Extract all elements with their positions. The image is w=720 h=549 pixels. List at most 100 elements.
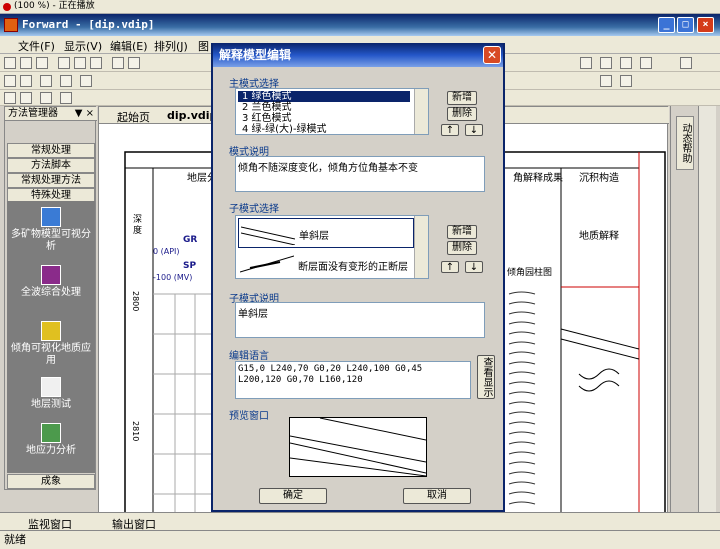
order-icon[interactable]: [60, 92, 72, 104]
menu-more[interactable]: 图: [198, 38, 209, 54]
cut-icon[interactable]: [58, 57, 70, 69]
code-label: 编辑语言: [229, 351, 269, 362]
tool-dip-visual[interactable]: 倾角可视化地质应用: [7, 321, 95, 367]
vertical-scrollbar[interactable]: [698, 106, 716, 516]
window-title: Forward - [dip.vdip]: [22, 18, 155, 31]
player-bar: (100 %) - 正在播放: [0, 0, 720, 14]
sp-range: -100 (MV): [153, 273, 193, 282]
zoom-icon[interactable]: [40, 75, 52, 87]
tool-list: 多矿物模型可视分析 全波综合处理 倾角可视化地质应用 地层测试 地应力分析: [7, 201, 95, 473]
col-dip-result: 角解释成果: [513, 173, 563, 184]
tab-dip-file[interactable]: dip.vdip: [167, 109, 217, 122]
group-icon[interactable]: [40, 92, 52, 104]
tool-icon-d[interactable]: [640, 57, 652, 69]
align-icon[interactable]: [4, 92, 16, 104]
interpretation-model-dialog: 解释模型编辑 ✕ 主模式选择 1 绿色模式 2 兰色模式 3 红色模式 4 绿-…: [211, 43, 505, 512]
sub-desc-field[interactable]: 单斜层: [235, 302, 485, 338]
tool-icon-c[interactable]: [620, 57, 632, 69]
panel-pin-close[interactable]: ▼ ×: [75, 107, 94, 121]
menu-edit[interactable]: 编辑(E): [110, 38, 148, 54]
gr-label: GR: [183, 235, 198, 245]
tool-multi-mineral[interactable]: 多矿物模型可视分析: [7, 207, 95, 253]
view-display-button[interactable]: 查看显示: [477, 355, 495, 399]
font-icon[interactable]: [600, 75, 612, 87]
record-icon: [3, 3, 11, 11]
sub-up-button[interactable]: ↑: [441, 261, 459, 273]
preview-drawing: [289, 417, 427, 477]
dialog-title: 解释模型编辑: [213, 43, 503, 67]
sub-down-button[interactable]: ↓: [465, 261, 483, 273]
geo-interp-label: 地质解释: [579, 231, 619, 242]
main-delete-button[interactable]: 删除: [447, 107, 477, 121]
main-mode-item[interactable]: 3 红色模式: [238, 113, 410, 124]
undo-icon[interactable]: [112, 57, 124, 69]
main-up-button[interactable]: ↑: [441, 124, 459, 136]
mode-desc-field[interactable]: 倾角不随深度变化，倾角方位角基本不变: [235, 156, 485, 192]
wave-icon: [41, 265, 61, 285]
code-editor[interactable]: G15,0 L240,70 G0,20 L240,100 G0,45 L200,…: [235, 361, 471, 399]
dynamic-help-tab[interactable]: 动态帮助: [676, 116, 694, 170]
method-manager-panel: 方法管理器 ▼ × 常规处理 方法脚本 常规处理方法 特殊处理 多矿物模型可视分…: [4, 106, 97, 490]
sub-delete-button[interactable]: 删除: [447, 241, 477, 255]
main-mode-item[interactable]: 2 兰色模式: [238, 102, 410, 113]
tool-icon-e[interactable]: [680, 57, 692, 69]
category-script[interactable]: 方法脚本: [7, 158, 95, 173]
new-icon[interactable]: [4, 57, 16, 69]
tool-icon-a[interactable]: [580, 57, 592, 69]
test-icon: [41, 377, 61, 397]
category-regular[interactable]: 常规处理: [7, 143, 95, 158]
line-icon[interactable]: [60, 75, 72, 87]
copy-icon[interactable]: [74, 57, 86, 69]
sub-new-button[interactable]: 新增: [447, 225, 477, 239]
menu-view[interactable]: 显示(V): [64, 38, 102, 54]
redo-icon[interactable]: [128, 57, 140, 69]
main-mode-list[interactable]: 1 绿色模式 2 兰色模式 3 红色模式 4 绿-绿(大)-绿模式: [235, 88, 429, 135]
maximize-button[interactable]: □: [677, 17, 694, 33]
main-mode-scrollbar[interactable]: [414, 89, 428, 134]
sub-mode-list[interactable]: 单斜层 断层面没有变形的正断层: [235, 215, 429, 279]
sub-mode-scrollbar[interactable]: [414, 216, 428, 278]
depth-tick-2800: 2800: [131, 291, 140, 312]
close-button[interactable]: ×: [697, 17, 714, 33]
col-sed-structure: 沉积构造: [579, 173, 619, 184]
save-icon[interactable]: [36, 57, 48, 69]
sp-label: SP: [183, 261, 197, 271]
open-icon[interactable]: [20, 57, 32, 69]
distribute-icon[interactable]: [20, 92, 32, 104]
menu-arrange[interactable]: 排列(J): [154, 38, 188, 54]
sub-mode-label: 子模式选择: [229, 204, 279, 215]
category-imaging[interactable]: 成象: [7, 474, 95, 489]
paste-icon[interactable]: [90, 57, 102, 69]
cancel-button[interactable]: 取消: [403, 488, 471, 504]
sub-mode-item[interactable]: 断层面没有变形的正断层: [238, 250, 414, 278]
sed-structure: [560, 328, 640, 392]
tool-formation-test[interactable]: 地层测试: [7, 377, 95, 411]
tool-stress[interactable]: 地应力分析: [7, 423, 95, 457]
dialog-close-button[interactable]: ✕: [483, 46, 501, 64]
ok-button[interactable]: 确定: [259, 488, 327, 504]
core-image: [508, 291, 536, 505]
main-mode-item[interactable]: 1 绿色模式: [238, 91, 410, 102]
rect-icon[interactable]: [80, 75, 92, 87]
stress-icon: [41, 423, 61, 443]
tool-icon-b[interactable]: [600, 57, 612, 69]
tool-full-wave[interactable]: 全波综合处理: [7, 265, 95, 299]
monocline-thumb-icon: [241, 226, 295, 245]
gr-range: 0 (API): [153, 247, 180, 256]
minimize-button[interactable]: _: [658, 17, 675, 33]
main-mode-item[interactable]: 4 绿-绿(大)-绿模式: [238, 124, 410, 135]
sub-mode-item[interactable]: 单斜层: [238, 218, 414, 248]
pointer-icon[interactable]: [4, 75, 16, 87]
status-text: 就绪: [4, 533, 26, 546]
select-icon[interactable]: [20, 75, 32, 87]
menu-file[interactable]: 文件(F): [18, 38, 55, 54]
depth-label: 深度: [133, 215, 143, 236]
player-title: (100 %) - 正在播放: [14, 1, 95, 11]
main-new-button[interactable]: 新增: [447, 91, 477, 105]
color-icon[interactable]: [620, 75, 632, 87]
tab-start-page[interactable]: 起始页: [117, 109, 150, 125]
window-titlebar: Forward - [dip.vdip] _ □ ×: [0, 14, 720, 36]
status-bar: 就绪: [0, 530, 720, 549]
main-down-button[interactable]: ↓: [465, 124, 483, 136]
category-regular-method[interactable]: 常规处理方法: [7, 173, 95, 188]
